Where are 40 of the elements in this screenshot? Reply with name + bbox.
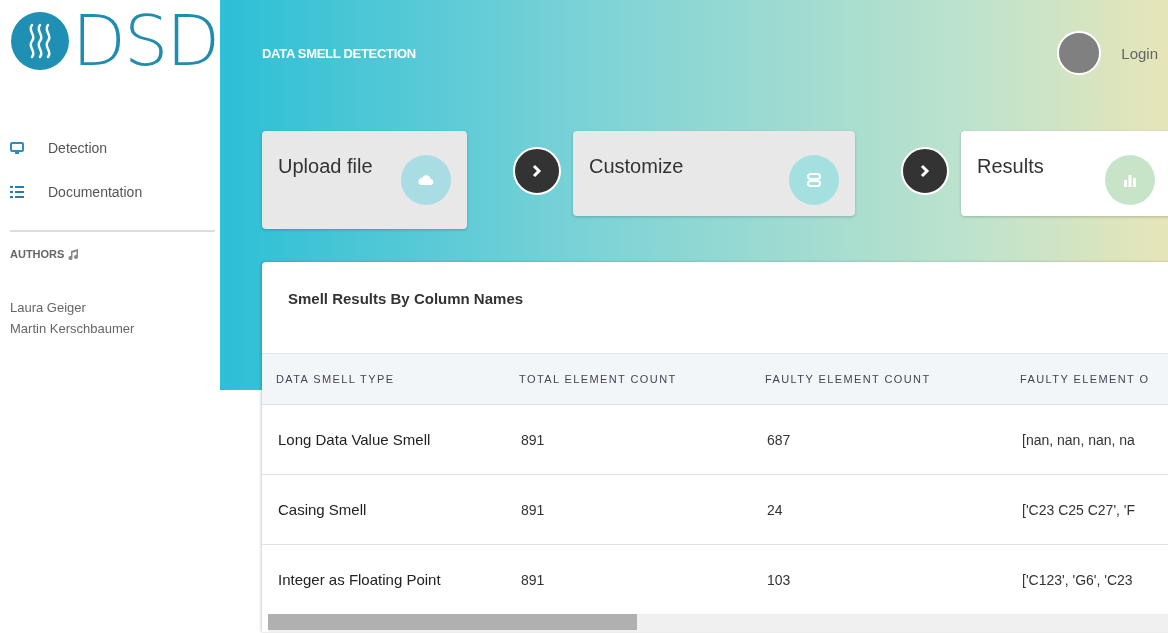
table-cell-text: Casing Smell: [278, 501, 368, 518]
step-card[interactable]: Customize: [573, 131, 855, 216]
card-title: Smell Results By Column Names: [287, 289, 525, 309]
column-header: TOTAL ELEMENT COUNT: [519, 373, 678, 385]
scrollbar-thumb[interactable]: [268, 614, 637, 630]
logo-text: DSD: [72, 6, 219, 76]
scrollbar[interactable]: [268, 614, 1168, 632]
steam-logo-icon: [10, 11, 70, 71]
nav-link[interactable]: Detection: [48, 140, 108, 156]
table-cell-text: ['C123', 'G6', 'C23: [1022, 571, 1134, 588]
table-cell-text: Integer as Floating Point: [278, 571, 442, 588]
chevron-right-icon: [513, 147, 561, 195]
table-cell-text: 103: [767, 571, 792, 588]
column-header: DATA SMELL TYPE: [276, 373, 396, 385]
nav-link[interactable]: Documentation: [48, 184, 143, 200]
cloud-upload-icon: [401, 155, 451, 205]
table-cell-text: [nan, nan, nan, na: [1022, 431, 1136, 448]
section-heading: AUTHORS: [10, 248, 65, 260]
step-card[interactable]: Upload file: [262, 131, 467, 229]
bar-chart-icon: [1105, 155, 1155, 205]
app-title: DATA SMELL DETECTION: [262, 45, 416, 61]
column-header: FAULTY ELEMENT COUNT: [765, 373, 932, 385]
table-cell-text: 24: [767, 501, 784, 518]
toggle-icon: [789, 155, 839, 205]
avatar-icon[interactable]: [1057, 31, 1102, 75]
table-cell-text: 687: [767, 431, 792, 448]
table-cell-text: ['C23 C25 C27', 'F: [1022, 501, 1137, 518]
table-cell-text: 891: [521, 501, 546, 518]
list-icon: [10, 186, 24, 198]
table-cell-text: Long Data Value Smell: [278, 431, 432, 448]
step-card[interactable]: Results: [961, 131, 1168, 216]
monitor-icon: [10, 141, 24, 155]
music-note-icon: [68, 248, 80, 260]
chevron-right-icon: [901, 147, 949, 195]
login-link[interactable]: Login: [1121, 44, 1158, 62]
table-cell-text: 891: [521, 571, 546, 588]
table-cell-text: 891: [521, 431, 546, 448]
column-header: FAULTY ELEMENT O: [1020, 373, 1151, 385]
author-name: Laura Geiger: [10, 300, 87, 315]
author-name: Martin Kerschbaumer: [10, 321, 136, 336]
